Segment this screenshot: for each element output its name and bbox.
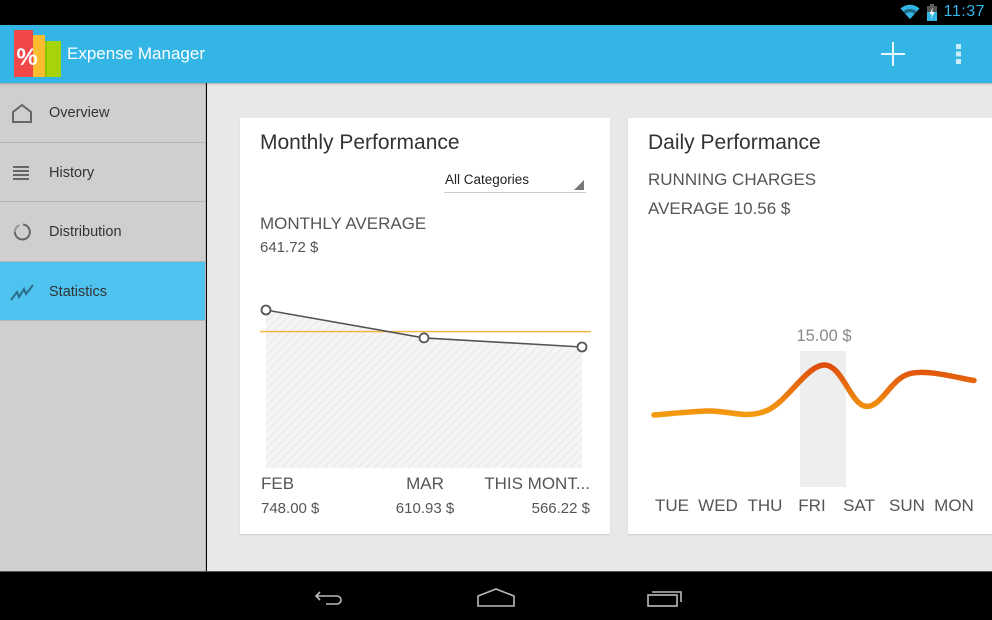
overflow-menu-button[interactable] xyxy=(945,33,973,75)
sidebar-item-label: Overview xyxy=(49,105,110,121)
daily-performance-card: Daily Performance RUNNING CHARGES AVERAG… xyxy=(628,118,992,534)
x-tick-label: SUN xyxy=(889,496,925,515)
monthly-chart: FEB MAR THIS MONT... 748.00 $ 610.93 $ 566.22… xyxy=(260,304,591,517)
data-value-label: 748.00 $ xyxy=(261,500,320,517)
data-point[interactable] xyxy=(418,332,430,344)
x-tick-label: MAR xyxy=(406,474,444,493)
x-tick-label: TUE xyxy=(655,496,689,515)
data-value-label: 610.93 $ xyxy=(396,500,455,517)
recent-apps-button[interactable] xyxy=(641,582,691,610)
battery-charging-icon xyxy=(927,4,937,21)
percent-logo-icon: % xyxy=(14,30,61,77)
action-bar: % Expense Manager xyxy=(0,25,992,83)
monthly-performance-card: Monthly Performance All Categories MONTH… xyxy=(240,118,610,534)
trend-line-icon xyxy=(10,283,34,301)
x-tick-label: FRI xyxy=(798,496,825,515)
x-tick-label: THIS MONT... xyxy=(484,474,590,493)
status-bar: 11:37 xyxy=(0,0,992,25)
data-point[interactable] xyxy=(260,304,272,316)
sidebar-item-label: Distribution xyxy=(49,224,122,240)
x-tick-label: FEB xyxy=(261,474,294,493)
app-title: Expense Manager xyxy=(67,44,205,63)
back-icon xyxy=(314,591,342,605)
back-button[interactable] xyxy=(304,582,354,610)
sidebar-item-label: Statistics xyxy=(49,283,108,300)
wifi-icon xyxy=(900,4,920,19)
daily-chart: 15.00 $ TUE WED THU FRI SAT SUN MON xyxy=(651,327,977,515)
add-button[interactable] xyxy=(872,33,914,75)
plus-icon xyxy=(881,42,905,66)
data-value-label: 566.22 $ xyxy=(532,500,591,517)
system-navigation-bar xyxy=(0,571,992,620)
home-button[interactable] xyxy=(471,582,521,610)
home-outline-icon xyxy=(477,588,515,607)
sidebar: Overview History Distribution Statistics xyxy=(0,83,206,571)
clock: 11:37 xyxy=(943,3,985,20)
sidebar-item-overview[interactable]: Overview xyxy=(0,83,205,143)
sidebar-item-history[interactable]: History xyxy=(0,143,205,202)
list-icon xyxy=(13,165,29,180)
x-tick-label: WED xyxy=(698,496,738,515)
content-area: Monthly Performance All Categories MONTH… xyxy=(207,83,992,571)
svg-text:%: % xyxy=(16,44,37,71)
highlight-value-label: 15.00 $ xyxy=(796,327,851,345)
sidebar-item-label: History xyxy=(49,164,95,181)
more-vertical-icon xyxy=(956,44,961,64)
x-tick-label: SAT xyxy=(843,496,875,515)
screen: 11:37 % Expense Manager Overview History… xyxy=(0,0,992,620)
data-point[interactable] xyxy=(576,341,588,353)
pie-ring-icon xyxy=(13,223,31,241)
home-icon xyxy=(12,103,32,123)
recent-apps-icon xyxy=(647,591,682,607)
x-tick-label: MON xyxy=(934,496,974,515)
sidebar-item-distribution[interactable]: Distribution xyxy=(0,202,205,262)
sidebar-item-statistics[interactable]: Statistics xyxy=(0,261,205,321)
x-tick-label: THU xyxy=(748,496,783,515)
